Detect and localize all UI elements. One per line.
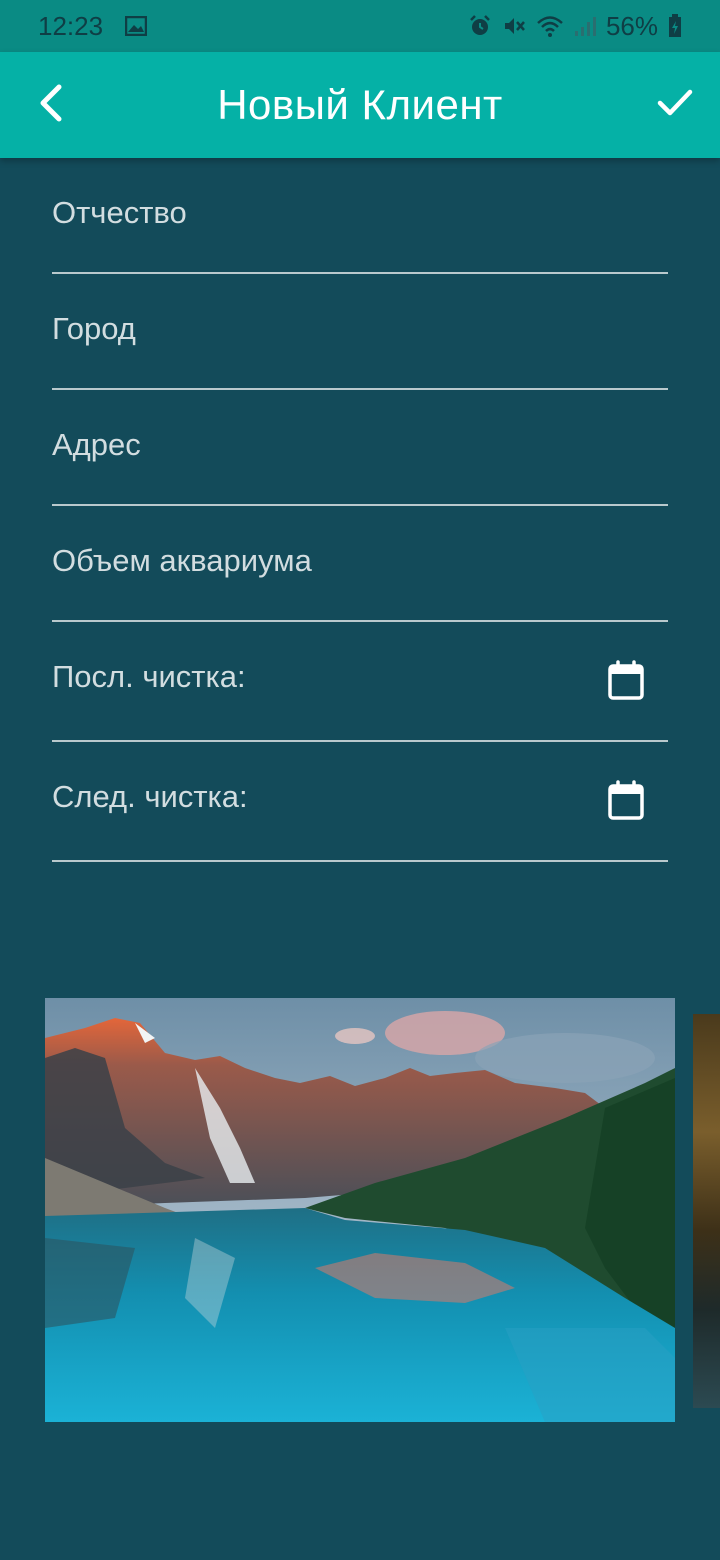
last-cleaning-field-container	[52, 622, 668, 742]
next-cleaning-input[interactable]	[52, 772, 592, 822]
photo-gallery[interactable]	[45, 998, 720, 1422]
next-cleaning-field-container	[52, 742, 668, 862]
status-bar: 12:23 56%	[0, 0, 720, 52]
chevron-left-icon	[37, 83, 63, 128]
signal-icon	[574, 15, 596, 37]
alarm-icon	[468, 14, 492, 38]
save-button[interactable]	[650, 80, 700, 130]
patronymic-input[interactable]	[52, 188, 592, 238]
app-bar: Новый Клиент	[0, 52, 720, 158]
check-icon	[657, 88, 693, 123]
calendar-icon[interactable]	[606, 660, 646, 702]
cave-photo[interactable]	[693, 1014, 720, 1408]
aquarium-volume-field-container	[52, 506, 668, 622]
page-title: Новый Клиент	[217, 81, 503, 128]
mountain-lake-photo	[45, 998, 675, 1422]
last-cleaning-input[interactable]	[52, 652, 592, 702]
image-icon	[125, 16, 148, 36]
back-button[interactable]	[30, 82, 70, 128]
gallery-image[interactable]	[45, 998, 675, 1422]
battery-percent: 56%	[605, 10, 658, 41]
mute-icon	[502, 14, 526, 38]
calendar-icon[interactable]	[606, 780, 646, 822]
city-input[interactable]	[52, 304, 592, 354]
patronymic-field-container	[52, 158, 668, 274]
wifi-icon	[536, 14, 564, 38]
city-field-container	[52, 274, 668, 390]
client-form	[52, 158, 668, 862]
aquarium-volume-input[interactable]	[52, 536, 592, 586]
battery-icon	[668, 14, 682, 38]
address-field-container	[52, 390, 668, 506]
status-time: 12:23	[38, 10, 104, 41]
address-input[interactable]	[52, 420, 592, 470]
